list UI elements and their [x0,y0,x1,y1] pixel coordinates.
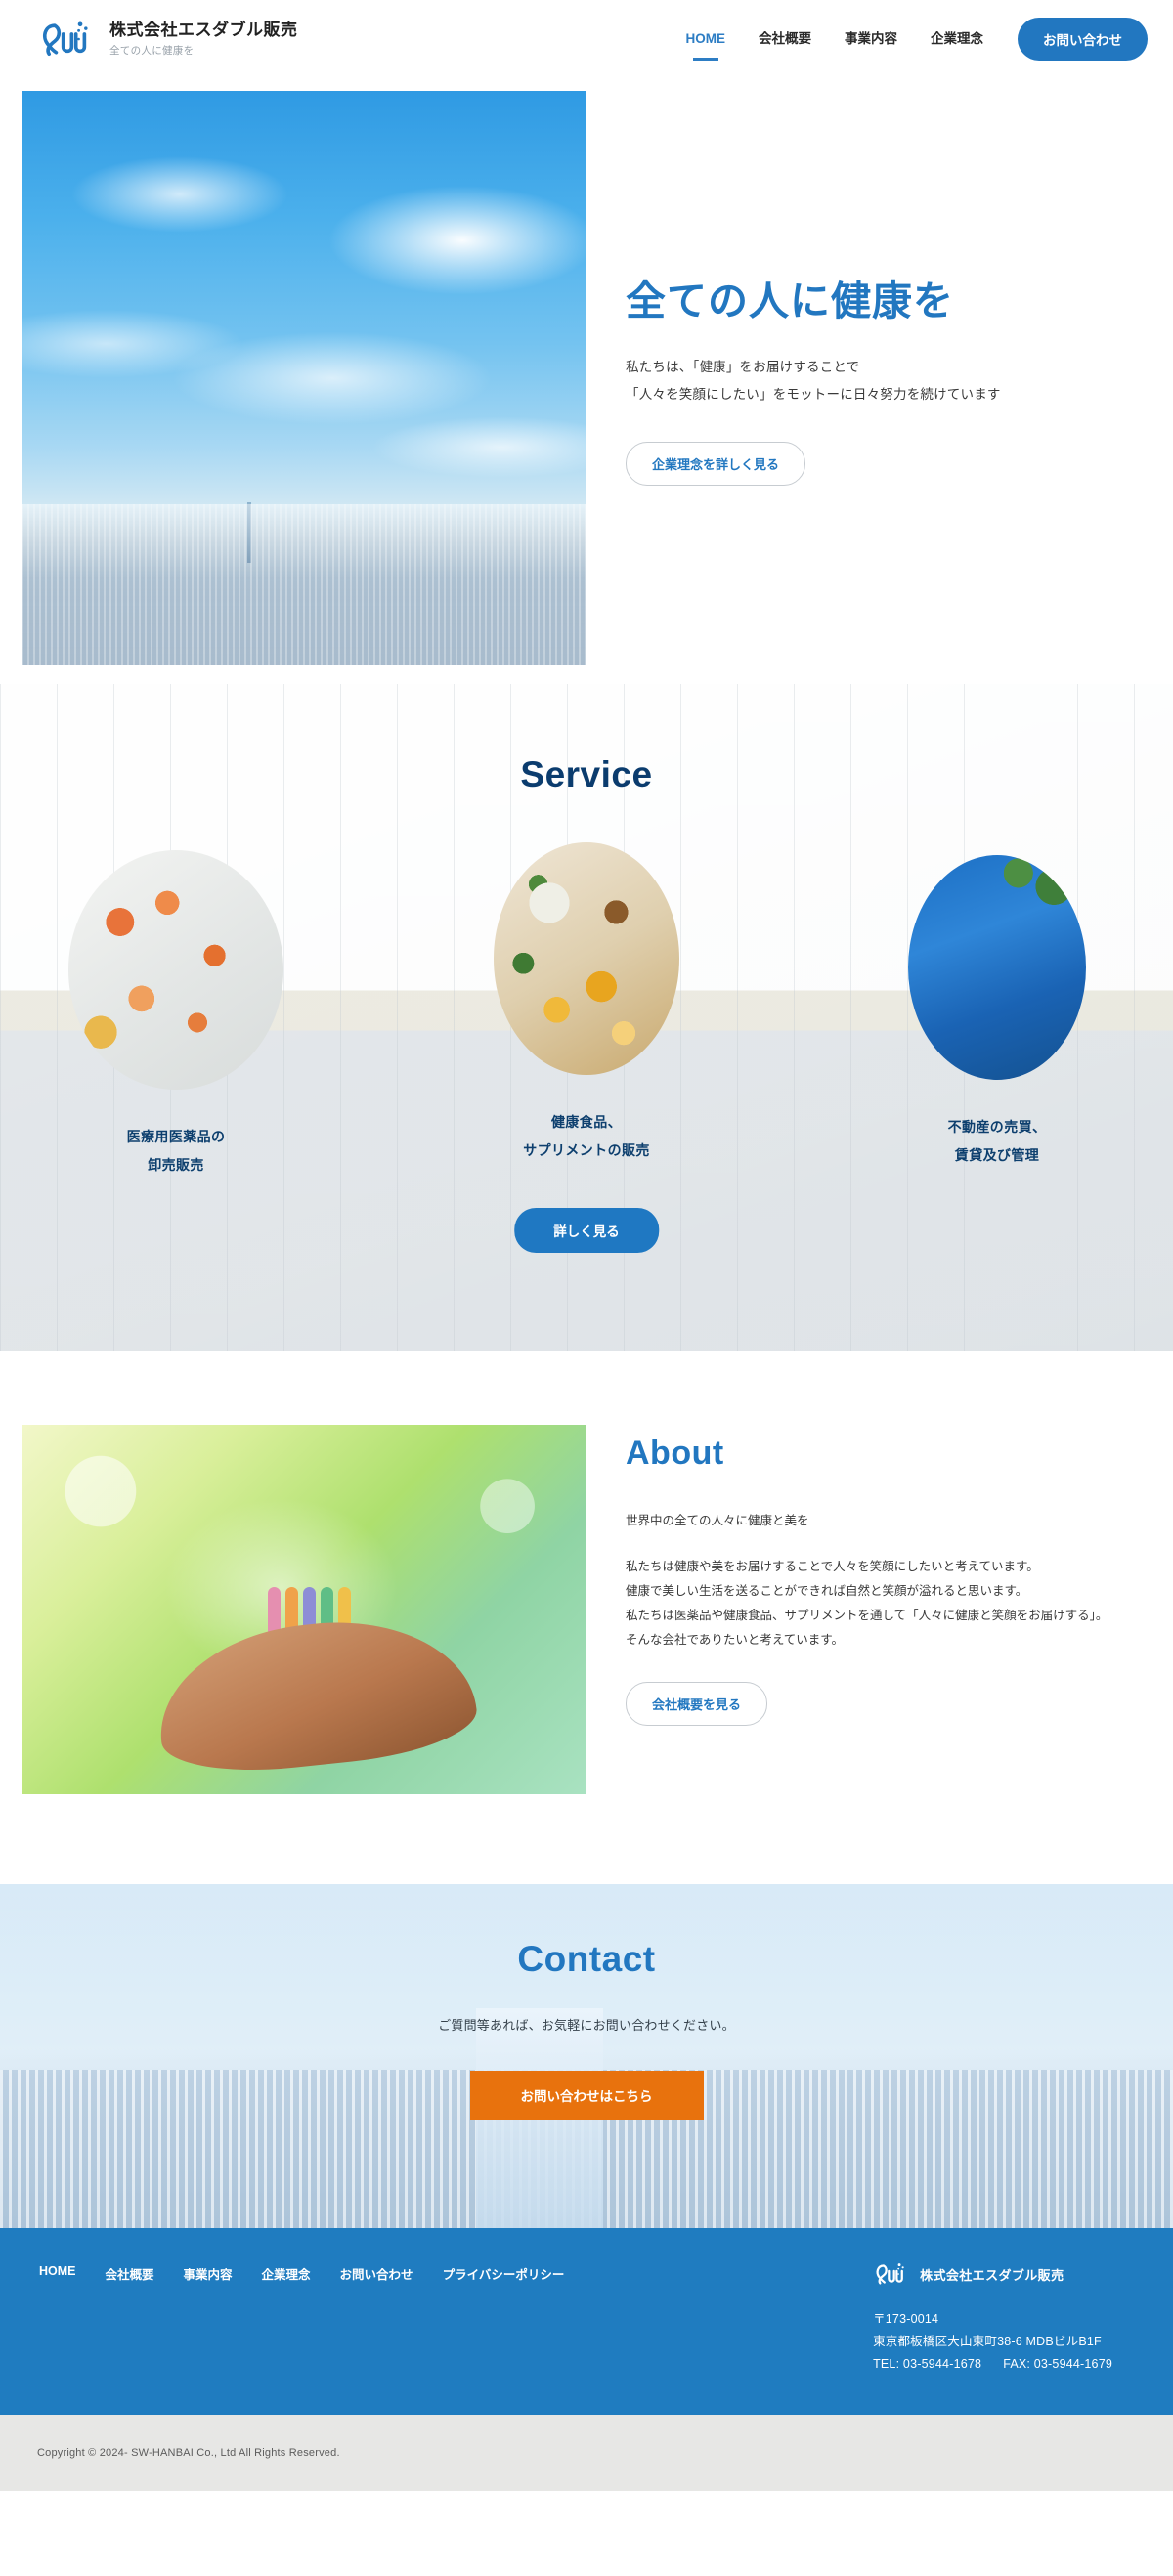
contact-lead: ご質問等あれば、お気軽にお問い合わせください。 [438,2018,735,2033]
footer-brand: 株式会社エスダブル販売 [873,2261,1134,2287]
service-label-supplement-line2: サプリメントの販売 [523,1142,650,1159]
contact-cta-button[interactable]: お問い合わせはこちら [469,2071,704,2120]
footer-nav-privacy[interactable]: プライバシーポリシー [443,2264,594,2283]
hero-image-sky-city [22,91,586,665]
nav-item-business[interactable]: 事業内容 [828,32,914,46]
footer-fax: FAX: 03-5944-1679 [1003,2357,1112,2372]
site-footer: HOME 会社概要 事業内容 企業理念 お問い合わせ プライバシーポリシー 株式… [0,2228,1173,2416]
service-label-realestate: 不動産の売買、 賃貸及び管理 [850,1113,1144,1171]
copyright-text: Copyright © 2024- SW-HANBAI Co., Ltd All… [37,2447,340,2460]
service-label-realestate-line2: 賃貸及び管理 [954,1147,1040,1164]
service-card-pharma[interactable]: 医療用医薬品の 卸売販売 [29,850,323,1181]
hero-copy: 全ての人に健康を 私たちは、「健康」をお届けすることで 「人々を笑顔にしたい」を… [626,78,1134,684]
footer-nav-home[interactable]: HOME [39,2264,106,2283]
service-more-button[interactable]: 詳しく見る [514,1208,659,1253]
service-label-pharma: 医療用医薬品の 卸売販売 [29,1123,323,1181]
hero-title: 全ての人に健康を [626,279,954,324]
footer-navigation: HOME 会社概要 事業内容 企業理念 お問い合わせ プライバシーポリシー [39,2261,593,2283]
nav-item-company[interactable]: 会社概要 [742,32,828,46]
footer-contact-numbers: TEL: 03-5944-1678 FAX: 03-5944-1679 [873,2353,1134,2376]
about-body-line4: そんな会社でありたいと考えています。 [626,1632,845,1647]
service-image-pharma [68,850,283,1090]
main-navigation: HOME 会社概要 事業内容 企業理念 お問い合わせ [670,18,1148,61]
about-body-line2: 健康で美しい生活を送ることができれば自然と笑顔が溢れると思います。 [626,1583,1028,1598]
copyright-bar: Copyright © 2024- SW-HANBAI Co., Ltd All… [0,2415,1173,2492]
hero-lead-line1: 私たちは、「健康」をお届けすることで [626,360,860,375]
hero-philosophy-button[interactable]: 企業理念を詳しく見る [626,441,806,486]
tokyo-skytree-shape [247,502,252,563]
about-body-line1: 私たちは健康や美をお届けすることで人々を笑顔にしたいと考えています。 [626,1559,1039,1573]
brand-tagline: 全ての人に健康を [109,45,195,58]
nav-item-home[interactable]: HOME [670,32,743,46]
footer-postal-code: 〒173-0014 [873,2312,939,2326]
footer-nav-contact[interactable]: お問い合わせ [340,2264,443,2283]
header-contact-button[interactable]: お問い合わせ [1018,18,1148,61]
hero-lead: 私たちは、「健康」をお届けすることで 「人々を笑顔にしたい」をモットーに日々努力… [626,354,1134,408]
nav-item-philosophy[interactable]: 企業理念 [914,32,1000,46]
footer-brand-name: 株式会社エスダブル販売 [920,2267,1064,2283]
footer-street-address: 東京都板橋区大山東町38-6 MDBビルB1F [873,2335,1102,2349]
hero-section: 全ての人に健康を 私たちは、「健康」をお届けすることで 「人々を笑顔にしたい」を… [0,78,1173,684]
about-body-line3: 私たちは医薬品や健康食品、サプリメントを通して「人々に健康と笑顔をお届けする」。 [626,1608,1108,1622]
service-label-supplement-line1: 健康食品、 [551,1114,622,1130]
footer-nav-company[interactable]: 会社概要 [106,2264,184,2283]
hero-lead-line2: 「人々を笑顔にしたい」をモットーに日々努力を続けています [626,387,1001,403]
service-label-pharma-line1: 医療用医薬品の [126,1129,226,1144]
about-copy: About 世界中の全ての人々に健康と美を 私たちは健康や美をお届けすることで人… [626,1435,1134,1726]
service-image-supplement [494,842,679,1075]
contact-section: Contact ご質問等あれば、お気軽にお問い合わせください。 お問い合わせはこ… [0,1884,1173,2228]
service-title: Service [520,754,653,794]
about-section: About 世界中の全ての人々に健康と美を 私たちは健康や美をお届けすることで人… [0,1351,1173,1884]
about-image-hand-people [22,1425,586,1794]
about-body: 私たちは健康や美をお届けすることで人々を笑顔にしたいと考えています。 健康で美し… [626,1555,1134,1653]
service-card-realestate[interactable]: 不動産の売買、 賃貸及び管理 [850,855,1144,1171]
site-header: 株式会社エスダブル販売 全ての人に健康を HOME 会社概要 事業内容 企業理念… [0,0,1173,78]
brand-logo[interactable]: 株式会社エスダブル販売 全ての人に健康を [39,19,298,60]
service-label-realestate-line1: 不動産の売買、 [947,1119,1047,1135]
about-lede: 世界中の全ての人々に健康と美を [626,1514,809,1527]
brand-name: 株式会社エスダブル販売 [109,20,298,39]
contact-title: Contact [517,1939,656,1979]
sw-logo-icon [876,2263,904,2285]
footer-tel: TEL: 03-5944-1678 [873,2357,982,2372]
about-title: About [626,1435,724,1472]
footer-nav-business[interactable]: 事業内容 [184,2264,262,2283]
service-label-pharma-line2: 卸売販売 [148,1157,204,1174]
about-company-button[interactable]: 会社概要を見る [626,1681,768,1726]
footer-company-info: 株式会社エスダブル販売 〒173-0014 東京都板橋区大山東町38-6 MDB… [873,2261,1134,2376]
footer-nav-philosophy[interactable]: 企業理念 [262,2264,340,2283]
service-section: Service 医療用医薬品の 卸売販売 健康食品、 サプリメントの販売 不動産… [0,684,1173,1351]
sw-logo-icon [42,21,88,57]
footer-address: 〒173-0014 東京都板橋区大山東町38-6 MDBビルB1F TEL: 0… [873,2308,1134,2376]
service-card-supplement[interactable]: 健康食品、 サプリメントの販売 [440,842,733,1166]
service-label-supplement: 健康食品、 サプリメントの販売 [440,1108,733,1166]
service-image-realestate [908,855,1086,1080]
